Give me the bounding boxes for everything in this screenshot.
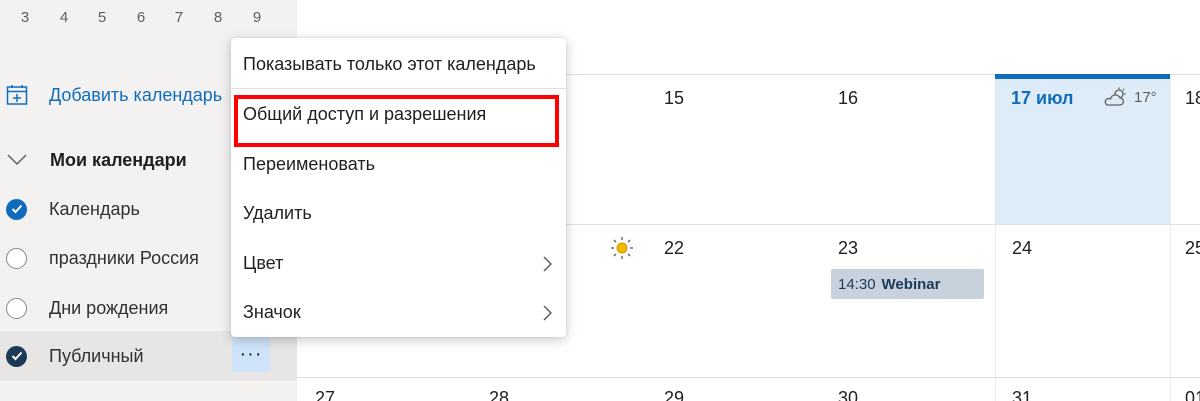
calendar-add-icon bbox=[6, 85, 28, 105]
checkbox-unchecked-icon[interactable] bbox=[6, 247, 27, 269]
today-date-label[interactable]: 17 июл bbox=[1011, 88, 1073, 109]
event-title: Webinar bbox=[881, 275, 941, 293]
menu-item-label: Удалить bbox=[243, 202, 312, 223]
menu-divider bbox=[231, 88, 566, 89]
weather-forecast[interactable]: 17° bbox=[1104, 87, 1157, 107]
day-number[interactable]: 23 bbox=[838, 238, 858, 259]
day-number[interactable]: 30 bbox=[838, 388, 858, 401]
today-indicator bbox=[995, 74, 1170, 79]
more-options-button[interactable]: ··· bbox=[232, 337, 270, 372]
day-number[interactable]: 01 bbox=[1185, 388, 1200, 401]
day-number[interactable]: 29 bbox=[664, 388, 684, 401]
calendar-item-public[interactable]: Публичный ··· bbox=[0, 331, 297, 381]
menu-item-delete[interactable]: Удалить bbox=[231, 191, 566, 235]
menu-item-color[interactable]: Цвет bbox=[231, 241, 566, 285]
chevron-right-icon bbox=[543, 305, 552, 321]
menu-item-icon[interactable]: Значок bbox=[231, 290, 566, 334]
mini-calendar-day[interactable]: 4 bbox=[49, 9, 79, 26]
day-number[interactable]: 16 bbox=[838, 88, 858, 109]
checkbox-unchecked-icon[interactable] bbox=[6, 297, 27, 319]
chevron-down-icon bbox=[7, 154, 27, 166]
mini-calendar-day[interactable]: 8 bbox=[203, 9, 233, 26]
sun-icon bbox=[611, 237, 633, 259]
event-time: 14:30 bbox=[838, 275, 876, 293]
day-number[interactable]: 31 bbox=[1012, 388, 1032, 401]
day-number[interactable]: 27 bbox=[315, 388, 335, 401]
calendar-item-label: Дни рождения bbox=[49, 297, 169, 318]
add-calendar-button[interactable]: Добавить календарь bbox=[6, 79, 222, 111]
add-calendar-label: Добавить календарь bbox=[49, 84, 223, 105]
day-number[interactable]: 28 bbox=[489, 388, 509, 401]
day-number[interactable]: 22 bbox=[664, 238, 684, 259]
calendar-item-label: Публичный bbox=[49, 345, 144, 366]
menu-item-label: Значок bbox=[243, 301, 301, 322]
mini-calendar-day[interactable]: 9 bbox=[242, 9, 272, 26]
checkbox-checked-icon[interactable] bbox=[6, 345, 27, 367]
highlight-annotation bbox=[234, 95, 559, 147]
weather-temperature: 17° bbox=[1134, 88, 1157, 106]
menu-item-label: Цвет bbox=[243, 252, 284, 273]
day-number[interactable]: 18 bbox=[1185, 88, 1200, 109]
grid-line bbox=[1170, 74, 1171, 401]
day-number[interactable]: 15 bbox=[664, 88, 684, 109]
menu-item-rename[interactable]: Переименовать bbox=[231, 142, 566, 186]
calendar-event[interactable]: 14:30 Webinar bbox=[831, 269, 984, 299]
day-number[interactable]: 24 bbox=[1012, 238, 1032, 259]
mini-calendar-week: 3 4 5 6 7 8 9 bbox=[0, 9, 297, 29]
chevron-right-icon bbox=[543, 256, 552, 272]
calendar-context-menu: Показывать только этот календарь Общий д… bbox=[231, 38, 566, 337]
mini-calendar-day[interactable]: 5 bbox=[87, 9, 117, 26]
calendar-item-label: Календарь bbox=[49, 198, 140, 219]
grid-line bbox=[297, 377, 1200, 378]
mini-calendar-day[interactable]: 7 bbox=[164, 9, 194, 26]
calendar-item-label: праздники Россия bbox=[49, 247, 199, 268]
my-calendars-label: Мои календари bbox=[50, 149, 187, 170]
menu-item-label: Переименовать bbox=[243, 153, 375, 174]
menu-item-label: Показывать только этот календарь bbox=[243, 53, 536, 74]
mini-calendar-day[interactable]: 3 bbox=[10, 9, 40, 26]
menu-item-show-only-this[interactable]: Показывать только этот календарь bbox=[231, 42, 566, 86]
day-number[interactable]: 25 bbox=[1185, 238, 1200, 259]
mini-calendar-day[interactable]: 6 bbox=[126, 9, 156, 26]
checkbox-checked-icon[interactable] bbox=[6, 198, 27, 220]
partly-cloudy-icon bbox=[1104, 87, 1126, 106]
